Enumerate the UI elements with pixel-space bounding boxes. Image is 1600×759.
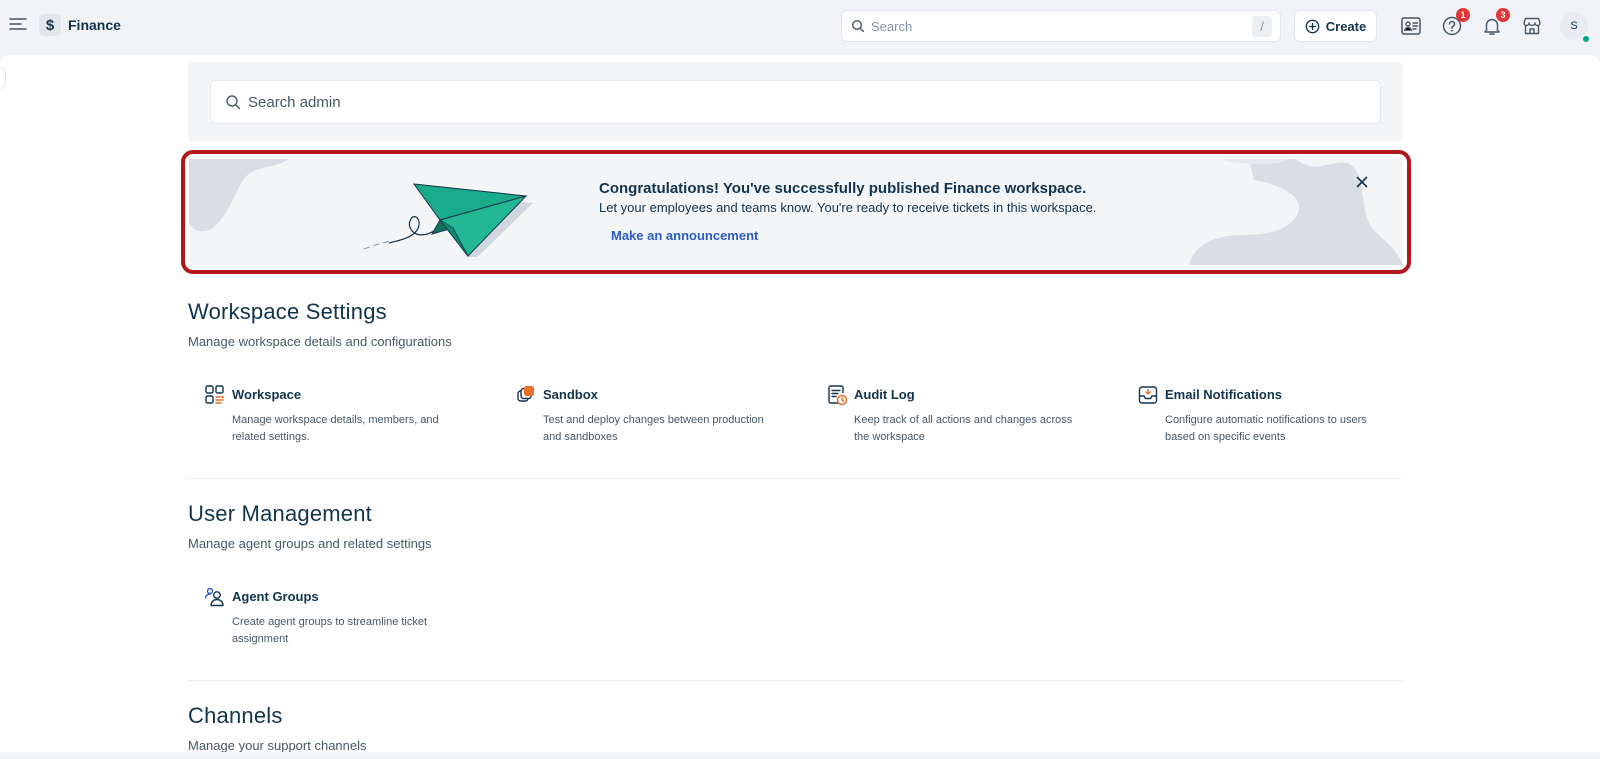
search-icon [226,95,241,110]
menu-icon[interactable] [8,14,28,34]
section-title: Channels [188,703,283,728]
section-divider [188,680,1403,681]
search-icon [851,19,865,33]
workspace-name: Finance [68,17,121,33]
card-title: Email Notifications [1165,387,1283,402]
banner-title: Congratulations! You've successfully pub… [599,180,1087,197]
sandbox-icon [517,386,534,402]
close-icon[interactable] [1353,173,1371,191]
bottom-edge [0,752,1600,759]
create-button[interactable]: Create [1294,10,1377,42]
section-description: Manage your support channels [188,738,367,753]
section-description: Manage agent groups and related settings [188,536,432,551]
make-announcement-link[interactable]: Make an announcement [611,228,758,243]
user-management-section: User Management Manage agent groups and … [188,501,1403,551]
sidebar-collapse-handle[interactable] [0,67,6,89]
online-status-dot [1581,34,1591,44]
admin-search-placeholder: Search admin [248,94,341,111]
top-bar: $ Finance Search / Create 1 3 S [0,0,1600,52]
section-title: Workspace Settings [188,299,387,324]
admin-content: Search admin Congratulations! You've suc… [0,55,1600,759]
customer-portal-icon[interactable] [1399,14,1423,38]
search-placeholder: Search [871,19,913,34]
publish-success-banner: Congratulations! You've successfully pub… [189,159,1403,265]
notifications-bell-icon[interactable]: 3 [1480,8,1510,38]
agent-groups-icon [204,587,224,607]
paper-plane-illustration [363,183,533,257]
admin-search-container: Search admin [188,62,1403,142]
help-icon[interactable]: 1 [1440,8,1470,38]
user-avatar[interactable]: S [1560,12,1591,44]
plus-circle-icon [1305,19,1320,33]
card-description: Configure automatic notifications to use… [1165,414,1367,443]
card-title: Audit Log [854,387,915,402]
workspace-settings-section: Workspace Settings Manage workspace deta… [188,299,1403,349]
help-badge: 1 [1456,8,1470,22]
search-shortcut-key: / [1252,16,1272,37]
email-notification-icon [1138,386,1158,404]
card-description: Test and deploy changes between producti… [543,414,764,443]
card-title: Sandbox [543,387,598,402]
create-label: Create [1325,18,1367,34]
decorative-blob [189,159,289,232]
section-divider [188,478,1403,479]
card-description: Keep track of all actions and changes ac… [854,414,1073,443]
card-description: Manage workspace details, members, and r… [232,414,439,443]
marketplace-store-icon[interactable] [1520,14,1544,38]
workspace-grid-icon [205,385,224,404]
card-title: Workspace [232,387,302,402]
notifications-badge: 3 [1496,8,1510,22]
channels-section: Channels Manage your support channels [188,703,1403,753]
admin-search-input[interactable]: Search admin [210,80,1381,124]
section-title: User Management [188,501,372,526]
section-description: Manage workspace details and configurati… [188,334,452,349]
global-search-input[interactable]: Search / [841,10,1281,42]
card-description: Create agent groups to streamline ticket… [232,616,428,645]
audit-log-icon [828,385,848,406]
banner-subtitle: Let your employees and teams know. You'r… [599,200,1097,215]
workspace-logo-icon: $ [39,14,61,36]
card-title: Agent Groups [232,589,319,604]
